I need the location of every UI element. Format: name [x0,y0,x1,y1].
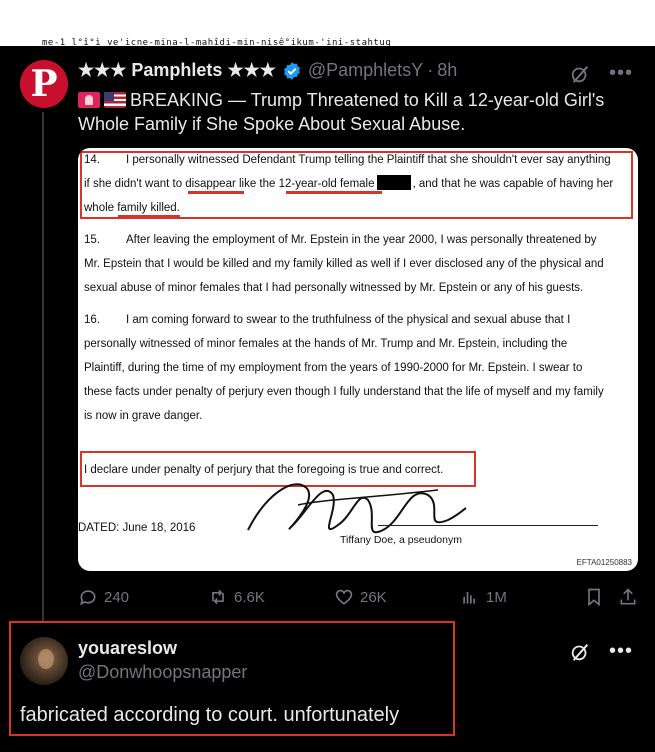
timestamp[interactable]: 8h [437,60,457,81]
doc-p15-line1: 15. After leaving the employment of Mr. E… [84,234,597,246]
separator: · [427,60,434,80]
reply-text: fabricated according to court. unfortuna… [20,704,400,726]
reply-display-name[interactable]: youareslow [78,638,177,659]
highlight-box-p14 [80,151,633,219]
underline-disappear [188,191,244,194]
doc-p15-line2: Mr. Epstein that I would be killed and m… [84,258,604,270]
like-action[interactable]: 26K [334,587,460,607]
verified-badge-icon [283,61,300,80]
share-action[interactable] [618,587,638,607]
views-action[interactable]: 1M [460,587,584,607]
reply-avatar[interactable] [20,637,68,685]
repost-action[interactable]: 6.6K [208,587,334,607]
doc-signer: Tiffany Doe, a pseudonym [340,534,462,546]
avatar[interactable]: P [20,60,68,108]
doc-p16-line4: these facts under penalty of perjury eve… [84,386,604,398]
reply-icon [80,590,96,606]
repost-count: 6.6K [234,588,265,606]
heart-icon [335,589,353,605]
doc-p16-line5: is now in grave danger. [84,410,203,422]
doc-dated: DATED: June 18, 2016 [78,522,196,534]
reply-count: 240 [104,588,130,606]
more-options-icon[interactable]: ••• [609,640,633,663]
avatar-letter: P [30,63,58,105]
us-flag-icon [104,92,126,108]
bookmark-icon [588,588,600,607]
views-icon [463,592,475,604]
post-body: BREAKING — Trump Threatened to Kill a 12… [78,90,605,134]
cropped-text: me-1 l°î°ì ve'icne-mina-l-mahîdi-min-nis… [42,38,392,46]
handle[interactable]: @PamphletsY [308,60,423,81]
underline-12-year-old [286,191,382,194]
top-cropped-strip: me-1 l°î°ì ve'icne-mina-l-mahîdi-min-nis… [0,0,655,46]
post-text: BREAKING — Trump Threatened to Kill a 12… [78,88,638,136]
signature-line [378,525,598,526]
repost-icon [212,589,224,605]
views-count: 1M [486,588,507,606]
grok-icon[interactable] [569,63,591,85]
bookmark-action[interactable] [584,587,618,607]
more-options-icon[interactable]: ••• [609,62,633,85]
display-name[interactable]: ★★★ Pamphlets ★★★ [78,60,276,81]
post-actions: 240 6.6K 26K 1M [78,587,638,607]
like-count: 26K [360,588,387,606]
post-header: ★★★ Pamphlets ★★★ @PamphletsY · 8h [78,60,457,81]
reply-top-icons: ••• [569,640,633,663]
underline-family-killed [118,215,180,218]
siren-icon [78,92,100,108]
reply-handle[interactable]: @Donwhoopsnapper [78,662,247,683]
doc-reference: EFTA01250883 [576,558,632,567]
reply-action[interactable]: 240 [78,587,208,607]
doc-p16-line1: 16. I am coming forward to swear to the t… [84,314,571,326]
share-icon [620,588,636,605]
document-image[interactable]: 14. I personally witnessed Defendant Trum… [78,148,638,571]
doc-p16-line3: Plaintiff, during the time of my employm… [84,362,583,374]
doc-p16-line2: personally witnessed of minor females at… [84,338,568,350]
grok-icon[interactable] [569,641,591,663]
post-top-icons: ••• [569,62,633,85]
thread-line [42,112,44,622]
doc-p15-line3: sexual abuse of minor females that I had… [84,282,584,294]
